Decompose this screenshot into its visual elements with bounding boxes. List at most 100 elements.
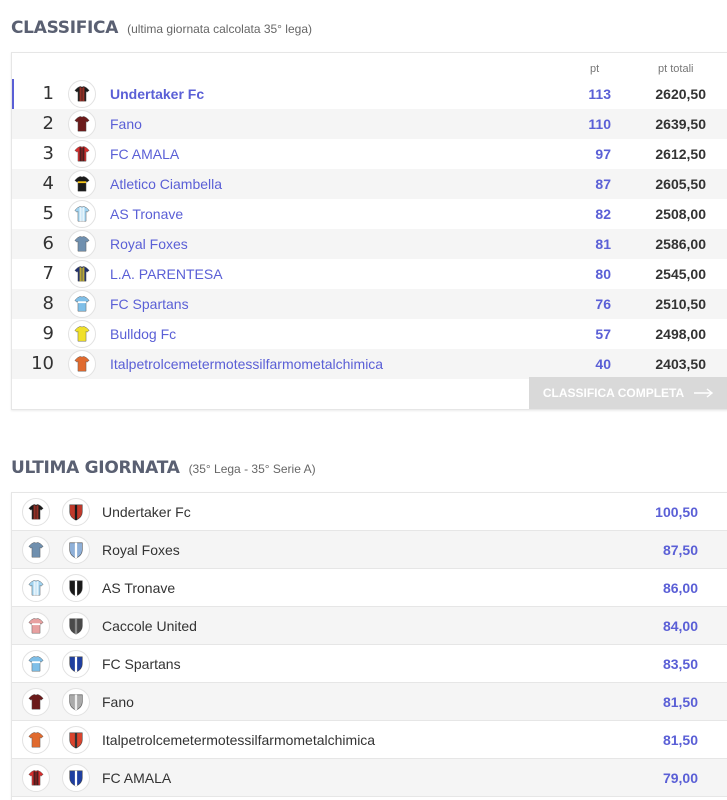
col-header-pt: pt	[590, 63, 600, 75]
crest-icon	[62, 764, 90, 792]
jersey-icon	[68, 110, 96, 138]
table-row[interactable]: 9 Bulldog Fc 57 2498,00	[12, 319, 727, 349]
jersey-icon	[22, 574, 50, 602]
matchday-score: 81,50	[662, 732, 698, 748]
total-points-value: 2498,00	[655, 326, 706, 342]
crest-icon	[62, 536, 90, 564]
rank-number: 7	[42, 263, 54, 284]
matchday-score: 79,00	[662, 770, 698, 786]
crest-icon	[62, 498, 90, 526]
standings-card: pt pt totali 1 Undertaker Fc 113 2620,50 2 Fa…	[11, 52, 727, 410]
total-points-value: 2508,00	[655, 206, 706, 222]
table-row[interactable]: 4 Atletico Ciambella 87 2605,50	[12, 169, 727, 199]
team-name-link[interactable]: L.A. PARENTESA	[110, 266, 223, 282]
matchday-score: 86,00	[662, 580, 698, 596]
rank-number: 9	[42, 323, 54, 344]
total-points-value: 2605,50	[655, 176, 706, 192]
standings-subtitle: (ultima giornata calcolata 35° lega)	[127, 22, 312, 36]
crest-icon	[62, 612, 90, 640]
team-name: AS Tronave	[102, 580, 176, 596]
points-value: 97	[595, 146, 611, 162]
team-name: Italpetrolcemetermotessilfarmometalchimi…	[102, 732, 376, 748]
rank-number: 1	[42, 83, 54, 104]
table-row[interactable]: 5 AS Tronave 82 2508,00	[12, 199, 727, 229]
arrow-right-icon	[694, 388, 714, 398]
jersey-icon	[68, 320, 96, 348]
team-name-link[interactable]: Royal Foxes	[110, 236, 188, 252]
jersey-icon	[68, 260, 96, 288]
list-item[interactable]: FC Spartans 83,50	[12, 645, 727, 683]
total-points-value: 2545,00	[655, 266, 706, 282]
jersey-icon	[68, 290, 96, 318]
full-standings-label: CLASSIFICA COMPLETA	[542, 386, 685, 400]
points-value: 113	[588, 86, 611, 102]
rank-number: 4	[42, 173, 54, 194]
rank-number: 10	[31, 353, 54, 374]
team-name: Caccole United	[102, 618, 197, 634]
jersey-icon	[22, 612, 50, 640]
jersey-icon	[22, 726, 50, 754]
team-name-link[interactable]: Italpetrolcemetermotessilfarmometalchimi…	[110, 356, 383, 372]
jersey-icon	[68, 350, 96, 378]
jersey-icon	[68, 140, 96, 168]
matchday-card: Undertaker Fc 100,50 Royal Foxes 87,50 AS Tr…	[11, 492, 727, 800]
crest-icon	[62, 688, 90, 716]
table-row[interactable]: 3 FC AMALA 97 2612,50	[12, 139, 727, 169]
list-item[interactable]: FC AMALA 79,00	[12, 759, 727, 797]
team-name-link[interactable]: AS Tronave	[110, 206, 183, 222]
rank-number: 3	[42, 143, 54, 164]
team-name-link[interactable]: Undertaker Fc	[110, 86, 204, 102]
standings-title: CLASSIFICA	[11, 18, 119, 38]
list-item[interactable]: Caccole United 84,00	[12, 607, 727, 645]
team-name-link[interactable]: FC Spartans	[110, 296, 189, 312]
team-name-link[interactable]: Atletico Ciambella	[110, 176, 222, 192]
table-row[interactable]: 7 L.A. PARENTESA 80 2545,00	[12, 259, 727, 289]
matchday-header: ULTIMA GIORNATA (35° Lega - 35° Serie A)	[11, 458, 316, 478]
matchday-score: 83,50	[662, 656, 698, 672]
points-value: 80	[595, 266, 611, 282]
matchday-score: 84,00	[662, 618, 698, 634]
points-value: 110	[588, 116, 611, 132]
jersey-icon	[22, 498, 50, 526]
rank-number: 8	[42, 293, 54, 314]
table-row[interactable]: 8 FC Spartans 76 2510,50	[12, 289, 727, 319]
table-row[interactable]: 6 Royal Foxes 81 2586,00	[12, 229, 727, 259]
list-item[interactable]: Undertaker Fc 100,50	[12, 493, 727, 531]
table-row[interactable]: 1 Undertaker Fc 113 2620,50	[12, 79, 727, 109]
jersey-icon	[22, 688, 50, 716]
team-name-link[interactable]: Fano	[110, 116, 142, 132]
team-name: Undertaker Fc	[102, 504, 191, 520]
list-item[interactable]: AS Tronave 86,00	[12, 569, 727, 607]
crest-icon	[62, 726, 90, 754]
rank-number: 6	[42, 233, 54, 254]
matchday-score: 100,50	[655, 504, 698, 520]
team-name-link[interactable]: Bulldog Fc	[110, 326, 176, 342]
matchday-subtitle: (35° Lega - 35° Serie A)	[188, 462, 316, 476]
rank-number: 2	[42, 113, 54, 134]
points-value: 40	[595, 356, 611, 372]
standings-header: CLASSIFICA (ultima giornata calcolata 35…	[11, 18, 312, 38]
table-row[interactable]: 10 Italpetrolcemetermotessilfarmometalchi…	[12, 349, 727, 379]
total-points-value: 2612,50	[655, 146, 706, 162]
rank-number: 5	[42, 203, 54, 224]
jersey-icon	[68, 80, 96, 108]
list-item[interactable]: Royal Foxes 87,50	[12, 531, 727, 569]
jersey-icon	[22, 536, 50, 564]
list-item[interactable]: Fano 81,50	[12, 683, 727, 721]
jersey-icon	[68, 200, 96, 228]
jersey-icon	[22, 764, 50, 792]
table-row[interactable]: 2 Fano 110 2639,50	[12, 109, 727, 139]
total-points-value: 2403,50	[655, 356, 706, 372]
jersey-icon	[22, 650, 50, 678]
team-name: Royal Foxes	[102, 542, 180, 558]
points-value: 57	[595, 326, 611, 342]
matchday-score: 81,50	[662, 694, 698, 710]
list-item[interactable]: Italpetrolcemetermotessilfarmometalchimi…	[12, 721, 727, 759]
team-name: FC Spartans	[102, 656, 181, 672]
matchday-title: ULTIMA GIORNATA	[11, 458, 180, 478]
total-points-value: 2639,50	[655, 116, 706, 132]
total-points-value: 2586,00	[655, 236, 706, 252]
team-name-link[interactable]: FC AMALA	[110, 146, 179, 162]
crest-icon	[62, 650, 90, 678]
full-standings-button[interactable]: CLASSIFICA COMPLETA	[529, 377, 727, 409]
